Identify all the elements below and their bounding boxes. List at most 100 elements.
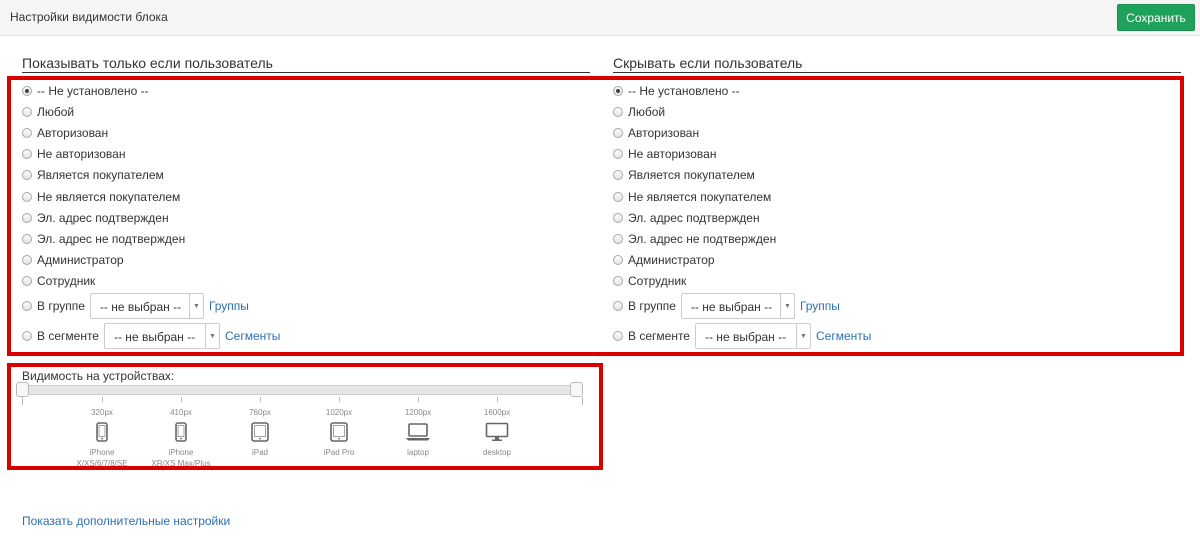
show-segment-radio[interactable] <box>22 331 32 341</box>
device-breakpoint: 760px <box>249 408 271 417</box>
hide-radio[interactable] <box>613 276 623 286</box>
show-group-select-value: -- не выбран -- <box>99 300 182 314</box>
laptop-icon <box>378 422 458 445</box>
device-1: 410px iPhone XR/XS Max/Plus <box>141 408 221 469</box>
device-0: 320px iPhone X/XS/6/7/8/SE <box>62 408 142 469</box>
hide-option-row[interactable]: Любой <box>613 104 665 120</box>
hide-option-row[interactable]: Авторизован <box>613 125 699 141</box>
show-option-label: Не является покупателем <box>37 190 181 204</box>
show-group-radio[interactable] <box>22 301 32 311</box>
device-name: iPad Pro <box>323 448 355 457</box>
hide-segment-radio[interactable] <box>613 331 623 341</box>
show-group-select[interactable]: -- не выбран -- ▼ <box>89 293 204 319</box>
show-segment-label: В сегменте <box>37 329 99 343</box>
device-3: 1020px iPad Pro <box>299 408 379 458</box>
phone-icon <box>62 422 142 445</box>
show-radio[interactable] <box>22 276 32 286</box>
device-models: XR/XS Max/Plus <box>151 459 211 468</box>
show-segment-select[interactable]: -- не выбран -- ▼ <box>103 323 220 349</box>
tablet-icon <box>220 422 300 445</box>
show-option-label: Авторизован <box>37 126 109 140</box>
hide-option-label: -- Не установлено -- <box>628 84 740 98</box>
show-option-label: Не авторизован <box>37 147 126 161</box>
device-name: iPhone <box>168 448 194 457</box>
hide-radio[interactable] <box>613 107 623 117</box>
device-name: iPad <box>251 448 268 457</box>
show-option-label: Является покупателем <box>37 168 164 182</box>
slider-handle-max[interactable] <box>570 382 583 397</box>
hide-group-radio[interactable] <box>613 301 623 311</box>
show-option-row[interactable]: Является покупателем <box>22 167 164 183</box>
show-option-row[interactable]: Не является покупателем <box>22 189 180 205</box>
show-option-row[interactable]: Сотрудник <box>22 273 95 289</box>
show-radio[interactable] <box>22 255 32 265</box>
show-radio[interactable] <box>22 170 32 180</box>
hide-option-row[interactable]: Эл. адрес не подтвержден <box>613 231 776 247</box>
slider-tick <box>418 397 419 402</box>
show-group-link[interactable]: Группы <box>209 299 249 313</box>
device-breakpoint: 410px <box>170 408 192 417</box>
hide-radio[interactable] <box>613 128 623 138</box>
show-radio[interactable] <box>22 192 32 202</box>
slider-tick <box>497 397 498 402</box>
devices-label: Видимость на устройствах: <box>22 369 175 383</box>
device-breakpoint: 1600px <box>483 408 511 417</box>
show-group-label: В группе <box>37 299 85 313</box>
show-radio[interactable] <box>22 128 32 138</box>
hide-radio[interactable] <box>613 192 623 202</box>
device-breakpoint: 1200px <box>404 408 432 417</box>
show-option-row[interactable]: Администратор <box>22 252 124 268</box>
chevron-down-icon[interactable]: ▼ <box>188 294 203 318</box>
hide-radio[interactable] <box>613 149 623 159</box>
chevron-down-icon[interactable]: ▼ <box>795 324 810 348</box>
hide-option-row[interactable]: Не авторизован <box>613 146 716 162</box>
slider-tick <box>260 397 261 402</box>
chevron-down-icon[interactable]: ▼ <box>204 324 219 348</box>
show-option-row[interactable]: Эл. адрес не подтвержден <box>22 231 185 247</box>
hide-option-row[interactable]: Сотрудник <box>613 273 686 289</box>
show-option-row[interactable]: -- Не установлено -- <box>22 83 149 99</box>
hide-option-label: Не авторизован <box>628 147 717 161</box>
show-radio[interactable] <box>22 213 32 223</box>
hide-option-row[interactable]: Администратор <box>613 252 715 268</box>
hide-radio[interactable] <box>613 234 623 244</box>
hide-radio[interactable] <box>613 213 623 223</box>
show-option-row[interactable]: Не авторизован <box>22 146 125 162</box>
show-option-row[interactable]: Авторизован <box>22 125 108 141</box>
hide-group-select-value: -- не выбран -- <box>690 300 773 314</box>
show-more-settings-link[interactable]: Показать дополнительные настройки <box>22 514 230 528</box>
hide-option-label: Авторизован <box>628 126 700 140</box>
chevron-down-icon[interactable]: ▼ <box>779 294 794 318</box>
show-radio[interactable] <box>22 107 32 117</box>
hide-group-select[interactable]: -- не выбран -- ▼ <box>680 293 795 319</box>
show-radio[interactable] <box>22 86 32 96</box>
slider-handle-min[interactable] <box>16 382 29 397</box>
show-section-title: Показывать только если пользователь <box>22 55 590 73</box>
hide-radio[interactable] <box>613 86 623 96</box>
hide-radio[interactable] <box>613 170 623 180</box>
show-option-row[interactable]: Любой <box>22 104 74 120</box>
hide-option-row[interactable]: Является покупателем <box>613 167 755 183</box>
device-name: laptop <box>407 448 429 457</box>
hide-option-label: Эл. адрес подтвержден <box>628 211 760 225</box>
hide-option-row[interactable]: Не является покупателем <box>613 189 771 205</box>
save-button[interactable]: Сохранить <box>1117 4 1195 31</box>
show-segment-link[interactable]: Сегменты <box>225 329 280 343</box>
device-5: 1600px desktop <box>457 408 537 458</box>
slider-tick <box>339 397 340 402</box>
hide-option-row[interactable]: -- Не установлено -- <box>613 83 740 99</box>
show-segment-row: В сегменте -- не выбран -- ▼ Сегменты <box>22 323 280 349</box>
hide-segment-select[interactable]: -- не выбран -- ▼ <box>694 323 811 349</box>
hide-group-link[interactable]: Группы <box>800 299 840 313</box>
device-range-slider[interactable] <box>22 385 583 395</box>
show-option-row[interactable]: Эл. адрес подтвержден <box>22 210 169 226</box>
hide-option-row[interactable]: Эл. адрес подтвержден <box>613 210 760 226</box>
device-breakpoint: 320px <box>91 408 113 417</box>
show-radio[interactable] <box>22 149 32 159</box>
hide-segment-link[interactable]: Сегменты <box>816 329 871 343</box>
hide-radio[interactable] <box>613 255 623 265</box>
show-option-label: Любой <box>37 105 75 119</box>
device-name: iPhone <box>89 448 115 457</box>
hide-option-label: Любой <box>628 105 666 119</box>
show-radio[interactable] <box>22 234 32 244</box>
